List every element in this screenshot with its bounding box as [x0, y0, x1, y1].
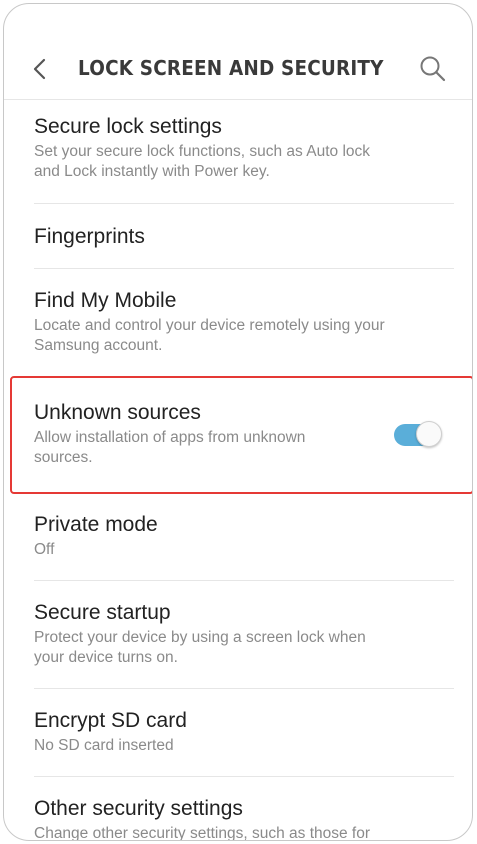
setting-description: Allow installation of apps from unknown … [34, 429, 306, 466]
setting-private-mode[interactable]: Private mode Off [34, 512, 454, 560]
setting-label: Secure lock settings [34, 115, 222, 138]
setting-label: Unknown sources [34, 401, 201, 424]
setting-label: Find My Mobile [34, 289, 177, 312]
setting-description: Set your secure lock functions, such as … [34, 143, 371, 180]
setting-description: Change other security settings, such as … [34, 825, 371, 841]
divider [34, 203, 454, 204]
setting-fingerprints[interactable]: Fingerprints [34, 224, 454, 250]
setting-description: Protect your device by using a screen lo… [34, 629, 366, 666]
setting-label: Private mode [34, 513, 158, 536]
divider [34, 688, 454, 689]
setting-status: Off [34, 541, 55, 558]
setting-description: Locate and control your device remotely … [34, 317, 385, 354]
setting-description: No SD card inserted [34, 737, 174, 754]
setting-secure-lock[interactable]: Secure lock settings Set your secure loc… [34, 114, 454, 182]
setting-other-security[interactable]: Other security settings Change other sec… [34, 796, 454, 841]
unknown-sources-toggle[interactable] [392, 420, 444, 450]
setting-label: Other security settings [34, 797, 243, 820]
setting-label: Fingerprints [34, 225, 145, 248]
divider [34, 580, 454, 581]
setting-encrypt-sd-card[interactable]: Encrypt SD card No SD card inserted [34, 708, 454, 756]
setting-find-my-mobile[interactable]: Find My Mobile Locate and control your d… [34, 288, 454, 356]
setting-label: Encrypt SD card [34, 709, 187, 732]
setting-unknown-sources[interactable]: Unknown sources Allow installation of ap… [34, 400, 374, 468]
chevron-left-icon[interactable] [28, 54, 54, 84]
setting-label: Secure startup [34, 601, 171, 624]
divider [34, 776, 454, 777]
divider [34, 268, 454, 269]
setting-secure-startup[interactable]: Secure startup Protect your device by us… [34, 600, 454, 668]
toggle-knob [416, 421, 442, 447]
search-icon[interactable] [418, 54, 448, 84]
phone-frame: LOCK SCREEN AND SECURITY Secure lock set… [3, 3, 473, 841]
app-bar: LOCK SCREEN AND SECURITY [4, 4, 472, 100]
page-title: LOCK SCREEN AND SECURITY [78, 56, 384, 80]
